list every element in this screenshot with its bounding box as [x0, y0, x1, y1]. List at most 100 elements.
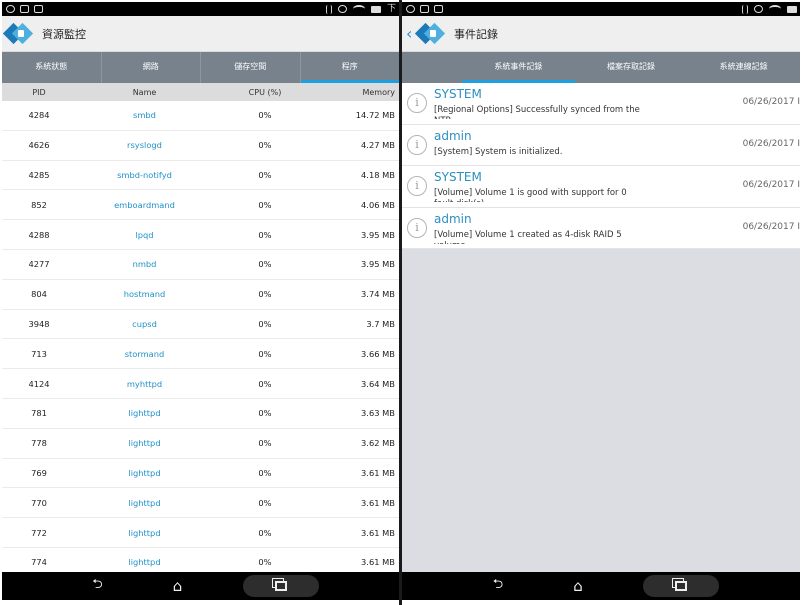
empty-area [402, 249, 800, 572]
cpu-cell: 0% [258, 467, 272, 478]
gallery-icon [420, 5, 429, 13]
cpu-cell: 0% [258, 259, 272, 270]
memory-cell: 3.61 MB [361, 557, 395, 568]
column-header-pid[interactable]: PID [2, 88, 76, 97]
process-name-cell[interactable]: emboardmand [76, 200, 213, 210]
cpu-cell: 0% [258, 438, 272, 449]
pid-cell: 778 [31, 438, 47, 449]
column-header-name[interactable]: Name [76, 88, 213, 97]
table-row[interactable]: 4277 nmbd 0% 3.95 MB [2, 250, 399, 280]
tab-1[interactable]: 網路 [102, 52, 201, 83]
nas-logo-icon[interactable] [2, 22, 34, 44]
table-row[interactable]: 713 stormand 0% 3.66 MB [2, 339, 399, 370]
gallery-icon [20, 5, 29, 13]
event-log-screen: ‹ 事件記錄 系統事件記錄 檔案存取記錄 系統連線記錄 i SYSTEM [Region… [402, 2, 800, 600]
list-item[interactable]: i admin [Volume] Volume 1 created as 4-dis… [402, 207, 800, 249]
event-source: admin [434, 128, 472, 143]
tab-3[interactable]: 程序 [300, 52, 400, 83]
list-item[interactable]: i admin [System] System is initialized. 06/… [402, 124, 800, 166]
table-row[interactable]: 852 emboardmand 0% 4.06 MB [2, 190, 399, 221]
tab-2[interactable]: 儲存空間 [201, 52, 301, 83]
table-header: PID Name CPU (%) Memory [2, 83, 399, 101]
process-name-cell[interactable]: nmbd [76, 259, 213, 269]
page-title: 資源監控 [42, 27, 86, 41]
notification-icon [6, 5, 15, 13]
process-name-cell[interactable]: hostmand [76, 289, 213, 299]
tab-0[interactable]: 系統事件記錄 [462, 52, 575, 83]
list-item[interactable]: i SYSTEM [Regional Options] Successfully s… [402, 83, 800, 125]
table-row[interactable]: 4288 lpqd 0% 3.95 MB [2, 220, 399, 250]
table-row[interactable]: 4285 smbd-notifyd 0% 4.18 MB [2, 161, 399, 191]
back-arrow-icon[interactable]: ⮌ [83, 576, 113, 596]
event-message: [Volume] Volume 1 created as 4-disk RAID… [434, 229, 622, 244]
event-list: i SYSTEM [Regional Options] Successfully s… [402, 83, 800, 249]
pid-cell: 713 [31, 348, 47, 359]
wifi-icon [769, 5, 781, 13]
event-date: 06/26/2017 I [742, 221, 800, 232]
cpu-cell: 0% [258, 140, 272, 151]
alarm-icon [337, 5, 347, 13]
home-icon[interactable]: ⌂ [563, 576, 593, 596]
list-item[interactable]: i SYSTEM [Volume] Volume 1 is good with su… [402, 166, 800, 208]
process-name-cell[interactable]: smbd [76, 110, 213, 120]
status-bar: 下 [2, 2, 399, 16]
process-name-cell[interactable]: lighttpd [76, 408, 213, 418]
app-bar: ‹ 事件記錄 [402, 16, 800, 52]
process-name-cell[interactable]: myhttpd [76, 379, 213, 389]
memory-cell: 3.62 MB [361, 438, 395, 449]
memory-cell: 4.27 MB [361, 140, 395, 151]
column-header-cpu[interactable]: CPU (%) [213, 88, 317, 97]
recent-apps-icon[interactable] [242, 575, 319, 597]
battery-icon [370, 5, 381, 13]
table-row[interactable]: 772 lighttpd 0% 3.61 MB [2, 518, 399, 548]
table-row[interactable]: 804 hostmand 0% 3.74 MB [2, 280, 399, 310]
cpu-cell: 0% [258, 169, 272, 180]
process-name-cell[interactable]: lighttpd [76, 438, 213, 448]
process-name-cell[interactable]: cupsd [76, 319, 213, 329]
recent-apps-icon[interactable] [643, 575, 719, 597]
table-row[interactable]: 778 lighttpd 0% 3.62 MB [2, 429, 399, 459]
process-name-cell[interactable]: lpqd [76, 230, 213, 240]
event-source: admin [434, 211, 472, 226]
memory-cell: 3.61 MB [361, 497, 395, 508]
table-row[interactable]: 4284 smbd 0% 14.72 MB [2, 101, 399, 131]
home-icon[interactable]: ⌂ [163, 576, 193, 596]
pid-cell: 4285 [28, 169, 50, 180]
cpu-cell: 0% [258, 110, 272, 121]
process-name-cell[interactable]: lighttpd [76, 468, 213, 478]
table-row[interactable]: 4626 rsyslogd 0% 4.27 MB [2, 131, 399, 161]
process-name-cell[interactable]: stormand [76, 349, 213, 359]
bluetooth-icon [325, 4, 332, 14]
monitor-tabs: 系統狀態 網路 儲存空間 程序 [2, 52, 399, 83]
pid-cell: 772 [31, 527, 47, 538]
table-row[interactable]: 770 lighttpd 0% 3.61 MB [2, 488, 399, 519]
resource-monitor-screen: 下 資源監控 系統狀態 網路 儲存空間 程序 PID Name CPU (%) Mem… [2, 2, 399, 600]
process-name-cell[interactable]: smbd-notifyd [76, 170, 213, 180]
process-name-cell[interactable]: lighttpd [76, 498, 213, 508]
event-message: [Regional Options] Successfully synced f… [434, 105, 640, 119]
process-name-cell[interactable]: lighttpd [76, 528, 213, 538]
nas-logo-icon[interactable] [414, 22, 446, 44]
memory-cell: 3.7 MB [366, 318, 395, 329]
event-date: 06/26/2017 I [742, 97, 800, 107]
pid-cell: 3948 [28, 318, 50, 329]
process-name-cell[interactable]: lighttpd [76, 557, 213, 567]
cpu-cell: 0% [258, 497, 272, 508]
tab-1[interactable]: 檔案存取記錄 [575, 52, 688, 83]
tab-2[interactable]: 系統連線記錄 [687, 52, 800, 83]
memory-cell: 3.95 MB [361, 229, 395, 240]
cpu-cell: 0% [258, 378, 272, 389]
table-row[interactable]: 769 lighttpd 0% 3.61 MB [2, 459, 399, 489]
memory-cell: 3.74 MB [361, 289, 395, 300]
process-name-cell[interactable]: rsyslogd [76, 140, 213, 150]
table-row[interactable]: 4124 myhttpd 0% 3.64 MB [2, 369, 399, 399]
tab-0[interactable]: 系統狀態 [2, 52, 102, 83]
info-icon: i [407, 217, 427, 238]
table-row[interactable]: 781 lighttpd 0% 3.63 MB [2, 399, 399, 429]
cpu-cell: 0% [258, 408, 272, 419]
process-table: 4284 smbd 0% 14.72 MB 4626 rsyslogd 0% 4.27 MB 4… [2, 101, 399, 578]
column-header-memory[interactable]: Memory [317, 88, 399, 97]
memory-cell: 3.61 MB [361, 467, 395, 478]
back-arrow-icon[interactable]: ⮌ [483, 576, 513, 596]
table-row[interactable]: 3948 cupsd 0% 3.7 MB [2, 310, 399, 340]
